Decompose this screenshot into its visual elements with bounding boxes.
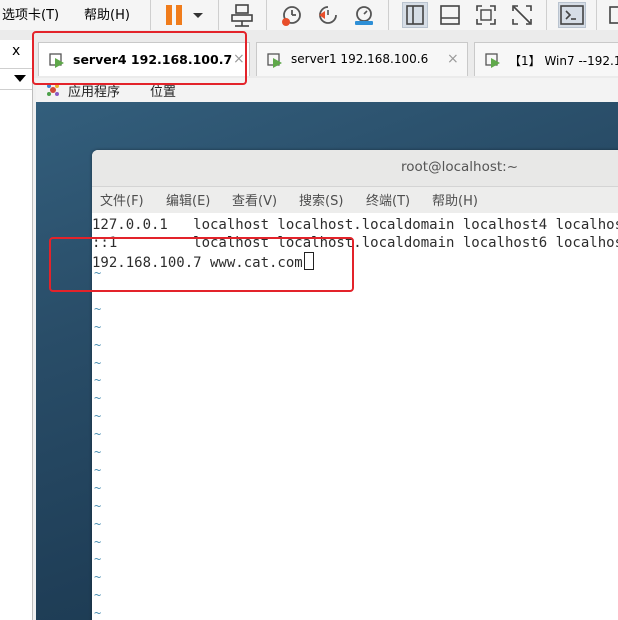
terminal-menu-file[interactable]: 文件(F) <box>100 190 144 209</box>
vi-tilde: ~ <box>94 588 102 603</box>
toolbar-separator <box>266 0 267 30</box>
terminal-window[interactable]: root@localhost:~ 文件(F) 编辑(E) 查看(V) 搜索(S)… <box>92 150 618 620</box>
tab-win7[interactable]: 【1】 Win7 --192.16 <box>474 42 618 76</box>
view-icon[interactable] <box>606 3 618 27</box>
menu-tabs[interactable]: 选项卡(T) <box>2 4 59 23</box>
vi-tilde: ~ <box>94 534 102 549</box>
vm-icon <box>485 53 500 68</box>
terminal-menubar: 文件(F) 编辑(E) 查看(V) 搜索(S) 终端(T) 帮助(H) <box>92 187 618 213</box>
vi-tilde: ~ <box>94 427 102 442</box>
library-pane: x <box>0 40 33 620</box>
fullscreen-icon[interactable] <box>474 3 498 27</box>
vi-tilde: ~ <box>94 301 102 316</box>
vm-icon <box>267 53 282 68</box>
tab-server1[interactable]: server1 192.168.100.6 × <box>256 42 468 76</box>
hosts-line-ipv4: 127.0.0.1 localhost localhost.localdomai… <box>92 217 618 233</box>
vi-tilde: ~ <box>94 391 102 406</box>
tab-label: 【1】 Win7 --192.16 <box>509 54 618 68</box>
snapshot-manager-icon[interactable] <box>352 3 376 27</box>
tab-label: server1 192.168.100.6 <box>291 52 429 66</box>
vi-tilde: ~ <box>94 462 102 477</box>
vi-tilde: ~ <box>94 480 102 495</box>
toolbar-separator <box>388 0 389 30</box>
toolbar-separator <box>150 0 151 30</box>
vi-tilde: ~ <box>94 606 102 620</box>
library-view-icon[interactable] <box>402 2 428 28</box>
vi-tilde: ~ <box>94 355 102 370</box>
main-toolbar: 选项卡(T) 帮助(H) <box>0 0 618 30</box>
annotation-box-tab <box>32 31 247 85</box>
pause-icon[interactable] <box>162 3 186 27</box>
close-icon[interactable]: × <box>447 51 459 67</box>
terminal-menu-help[interactable]: 帮助(H) <box>432 190 478 209</box>
terminal-titlebar[interactable]: root@localhost:~ <box>92 150 618 187</box>
close-icon[interactable]: x <box>12 43 20 59</box>
toolbar-separator <box>218 0 219 30</box>
unity-icon[interactable] <box>510 3 534 27</box>
toolbar-separator <box>546 0 547 30</box>
vi-tilde: ~ <box>94 552 102 567</box>
dropdown-arrow-icon[interactable] <box>188 3 208 27</box>
vi-tilde: ~ <box>94 570 102 585</box>
vi-tilde: ~ <box>94 516 102 531</box>
terminal-menu-search[interactable]: 搜索(S) <box>299 190 343 209</box>
vi-tilde: ~ <box>94 445 102 459</box>
applications-icon <box>47 84 59 96</box>
library-dropdown[interactable] <box>0 68 32 90</box>
thumbnail-view-icon[interactable] <box>438 3 462 27</box>
vi-tilde: ~ <box>94 498 102 513</box>
menu-help[interactable]: 帮助(H) <box>84 4 130 23</box>
console-icon[interactable] <box>558 2 586 28</box>
revert-snapshot-icon[interactable] <box>316 3 340 27</box>
terminal-menu-terminal[interactable]: 终端(T) <box>366 190 410 209</box>
vi-tilde: ~ <box>94 319 102 334</box>
vi-tilde: ~ <box>94 409 102 424</box>
send-ctrl-alt-del-icon[interactable] <box>230 3 254 27</box>
snapshot-icon[interactable] <box>280 3 304 27</box>
terminal-menu-edit[interactable]: 编辑(E) <box>166 190 210 209</box>
vi-tilde: ~ <box>94 337 102 352</box>
terminal-menu-view[interactable]: 查看(V) <box>232 190 277 209</box>
toolbar-separator <box>596 0 597 30</box>
chevron-down-icon <box>14 75 26 82</box>
vm-console[interactable]: 应用程序 位置 root@localhost:~ 文件(F) 编辑(E) 查看(… <box>36 78 618 620</box>
vi-tilde: ~ <box>94 373 102 388</box>
annotation-box-hosts-entry <box>49 237 354 292</box>
terminal-title: root@localhost:~ <box>401 159 519 175</box>
